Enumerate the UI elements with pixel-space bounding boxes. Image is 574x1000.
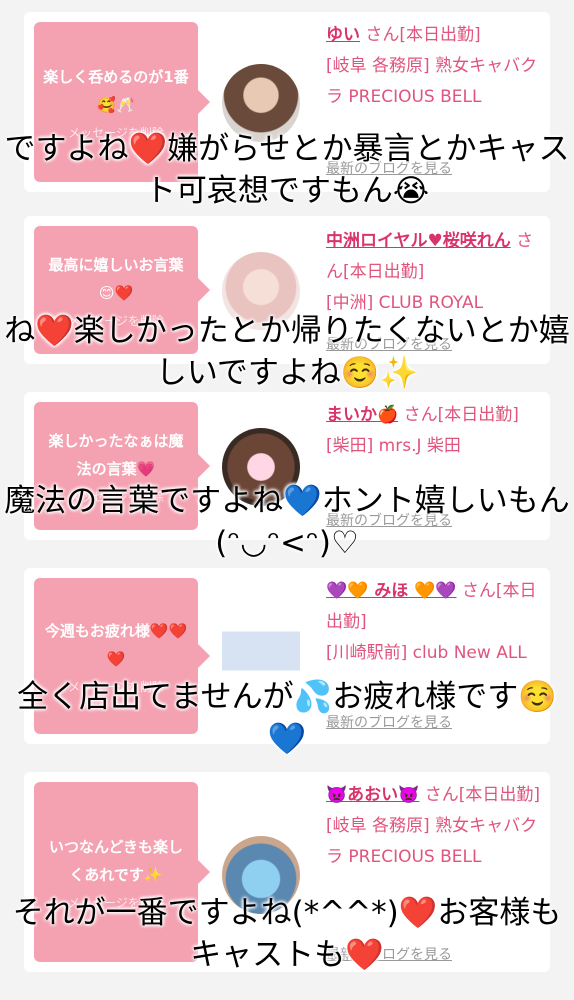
cast-name-link[interactable]: 中洲ロイヤル♥桜咲れん [326,231,511,251]
shop-link[interactable]: [川崎駅前] club New ALL [326,643,527,663]
status-badge: [本日出勤] [437,405,519,425]
message-text: 最高に嬉しいお言葉😊❤️ [48,256,184,302]
cast-name-link[interactable]: 👿あおい👿 [326,785,419,805]
status-badge: [本日出勤] [399,25,481,45]
shop-link[interactable]: [柴田] mrs.J 柴田 [326,436,461,456]
status-badge: [本日出勤] [343,262,425,282]
cast-name-link[interactable]: まいか🍎 [326,405,398,425]
message-text: 楽しく呑めるのが1番🥰🥂 [43,68,189,114]
honorific: さん [403,405,438,425]
cast-info: まいか🍎 さん[本日出勤] [柴田] mrs.J 柴田 [326,400,544,462]
honorific: さん [461,581,496,601]
shop-link[interactable]: [岐阜 各務原] 熟女キャバクラ PRECIOUS BELL [326,56,537,107]
caption-overlay: ですよね❤️嫌がらせとか暴言とかキャスト可哀想ですもん😭 [4,131,570,209]
shop-link[interactable]: [岐阜 各務原] 熟女キャバクラ PRECIOUS BELL [326,816,537,867]
message-text: 楽しかったなぁは魔法の言葉💗 [48,432,184,478]
honorific: さん [424,785,459,805]
status-badge: [本日出勤] [458,785,541,805]
caption-overlay: ね❤️楽しかったとか帰りたくないとか嬉しいですよね☺️✨ [4,313,570,391]
caption-overlay: 魔法の言葉ですよね💙ホント嬉しいもん(ᵔ◡ᵔ<ᵔ)♡ [4,483,570,561]
cast-name-link[interactable]: ゆい [326,25,360,45]
honorific: さん [365,25,400,45]
cast-info: 👿あおい👿 さん[本日出勤] [岐阜 各務原] 熟女キャバクラ PRECIOUS… [326,780,544,873]
message-text: いつなんどきも楽しくあれです✨ [48,838,184,884]
caption-overlay: 全く店出てませんが💦お疲れ様です☺️💙 [17,679,557,757]
cast-info: 中洲ロイヤル♥桜咲れん さん[本日出勤] [中洲] CLUB ROYAL [326,226,544,319]
cast-name-link[interactable]: 💜🧡 みほ 🧡💜 [326,581,457,601]
cast-info: ゆい さん[本日出勤] [岐阜 各務原] 熟女キャバクラ PRECIOUS BE… [326,20,544,113]
caption-overlay: それが一番ですよね(*^^*)❤️お客様もキャストも❤️ [12,895,562,973]
cast-info: 💜🧡 みほ 🧡💜 さん[本日出勤] [川崎駅前] club New ALL [326,576,544,669]
message-text: 今週もお疲れ様❤️❤️❤️ [44,622,188,668]
